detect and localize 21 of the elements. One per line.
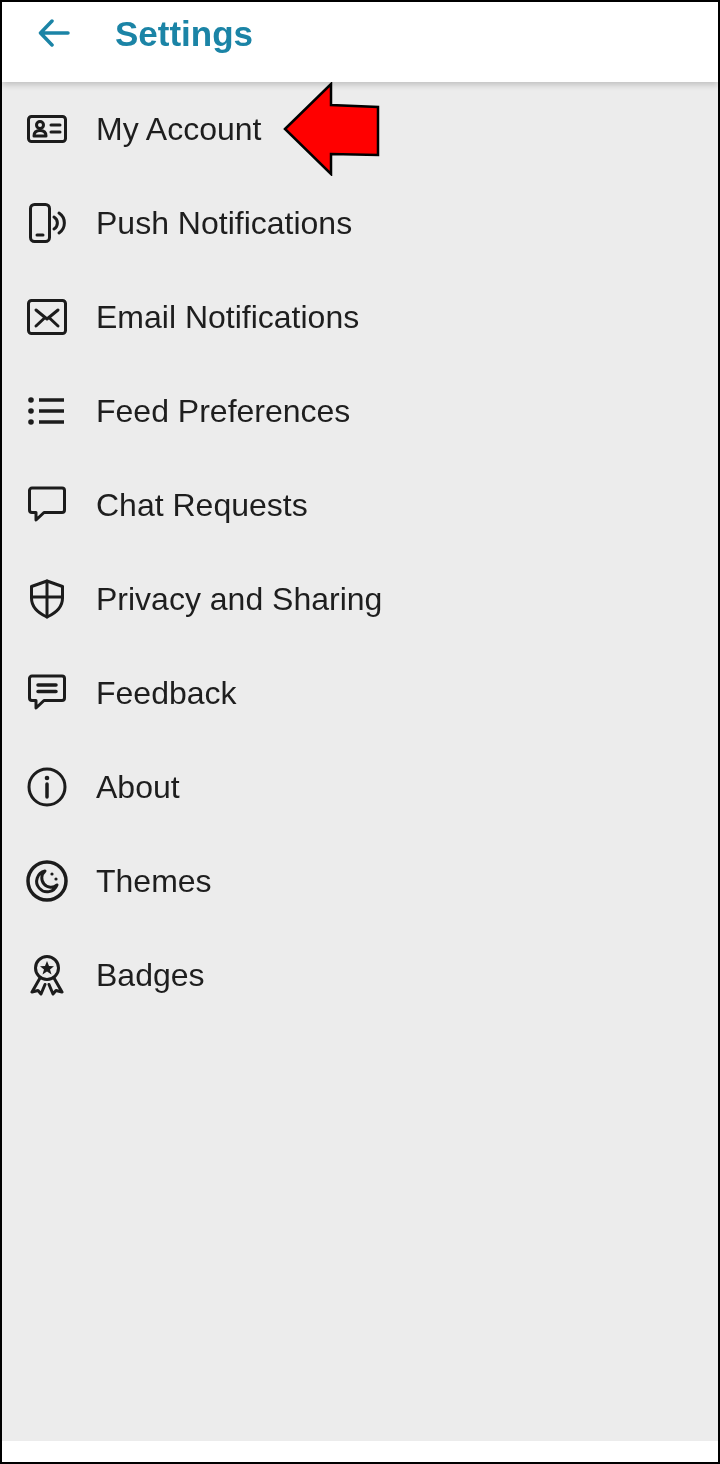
back-button[interactable] bbox=[37, 16, 71, 50]
award-ribbon-icon bbox=[29, 954, 65, 996]
settings-item[interactable]: Feed Preferences bbox=[26, 395, 351, 427]
settings-item[interactable]: Badges bbox=[26, 954, 205, 996]
phone-vibrate-icon bbox=[27, 203, 67, 243]
settings-item[interactable]: Chat Requests bbox=[26, 485, 308, 525]
settings-item[interactable]: About bbox=[26, 767, 180, 807]
moon-icon bbox=[26, 860, 68, 902]
back-arrow-icon bbox=[38, 19, 70, 47]
page-title: Settings bbox=[115, 15, 254, 51]
list-icon bbox=[28, 396, 66, 426]
envelope-icon bbox=[27, 299, 67, 335]
settings-item[interactable]: Privacy and Sharing bbox=[26, 579, 383, 619]
settings-item[interactable]: Push Notifications bbox=[26, 203, 353, 243]
settings-item[interactable]: My Account bbox=[26, 113, 262, 145]
id-card-icon bbox=[27, 115, 67, 143]
shield-icon bbox=[29, 579, 65, 619]
settings-item[interactable]: Themes bbox=[26, 860, 212, 902]
info-icon bbox=[27, 767, 67, 807]
settings-item[interactable]: Feedback bbox=[26, 673, 237, 713]
settings-item[interactable]: Email Notifications bbox=[26, 299, 360, 335]
